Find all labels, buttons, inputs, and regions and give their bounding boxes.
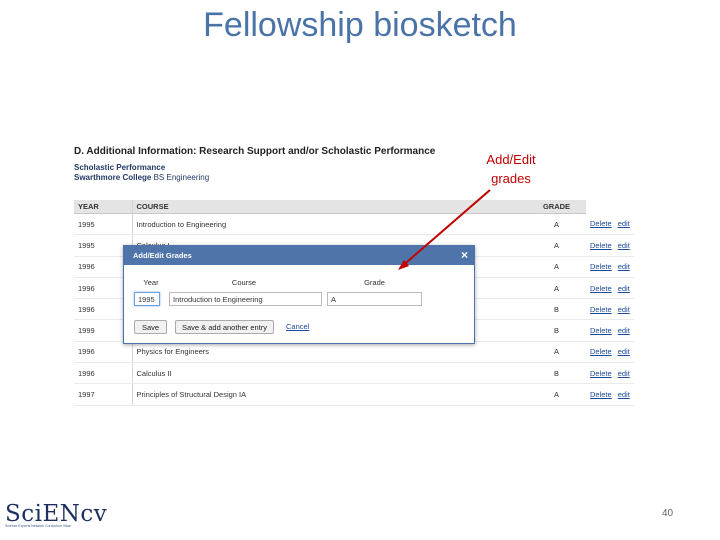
sciencv-logo: SciENcv Science Experts Network Curricul…: [5, 501, 107, 528]
callout-arrow: [398, 189, 491, 270]
page-number: 40: [662, 508, 674, 519]
